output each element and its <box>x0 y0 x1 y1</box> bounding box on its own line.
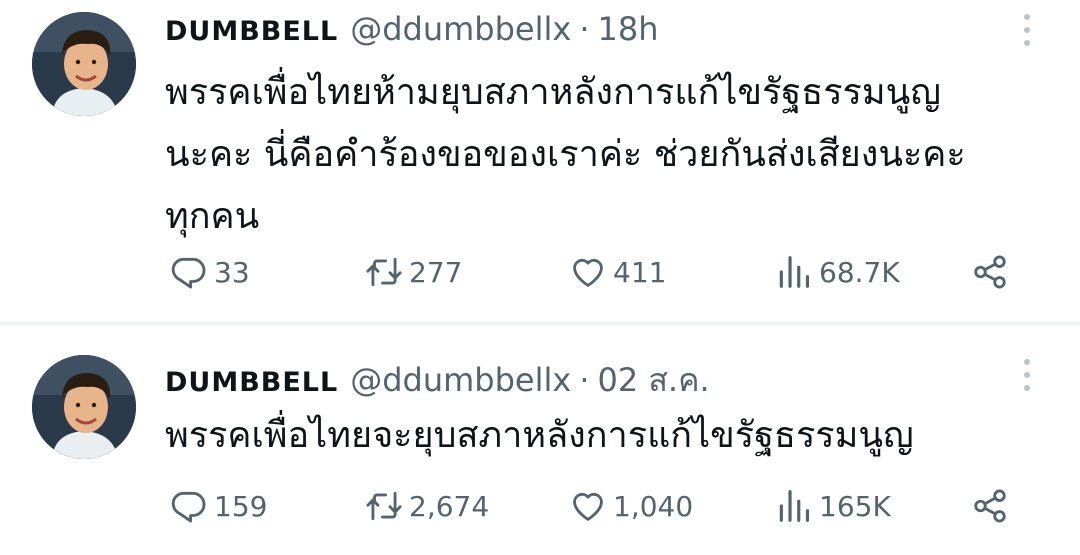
retweet-icon <box>366 257 402 287</box>
like-count: 1,040 <box>613 489 694 523</box>
tweet-header: DUMBBELL @ddumbbellx · 02 ส.ค. <box>165 355 710 399</box>
avatar[interactable] <box>32 355 136 459</box>
reply-icon <box>171 491 206 523</box>
share-button[interactable] <box>971 247 1015 297</box>
timeline-feed: DUMBBELL @ddumbbellx · 18h พรรคเพื่อไทยห… <box>0 0 1080 555</box>
share-button[interactable] <box>971 481 1015 531</box>
tweet-text: พรรคเพื่อไทยห้ามยุบสภาหลังการแก้ไขรัฐธรร… <box>165 72 966 237</box>
avatar[interactable] <box>32 12 136 116</box>
more-icon[interactable] <box>1020 10 1034 50</box>
retweet-button[interactable]: 277 <box>365 247 462 297</box>
views-count: 68.7K <box>819 255 900 289</box>
separator-dot: · <box>579 361 590 399</box>
views-icon <box>779 490 810 522</box>
tweet-actions: 33 277 411 68.7K <box>165 247 1025 297</box>
views-button[interactable]: 68.7K <box>775 247 900 297</box>
timestamp[interactable]: 02 ส.ค. <box>598 355 710 406</box>
heart-icon <box>573 492 603 521</box>
like-button[interactable]: 1,040 <box>569 481 693 531</box>
display-name[interactable]: DUMBBELL <box>165 367 338 398</box>
display-name[interactable]: DUMBBELL <box>165 16 338 47</box>
user-handle[interactable]: @ddumbbellx <box>350 361 571 399</box>
separator-dot: · <box>579 10 590 48</box>
reply-count: 159 <box>214 489 268 523</box>
tweet[interactable]: DUMBBELL @ddumbbellx · 18h พรรคเพื่อไทยห… <box>0 0 1080 323</box>
like-button[interactable]: 411 <box>569 247 666 297</box>
retweet-count: 277 <box>409 255 463 289</box>
share-icon <box>974 489 1006 523</box>
share-icon <box>974 255 1006 289</box>
retweet-icon <box>366 491 402 521</box>
reply-button[interactable]: 33 <box>170 247 250 297</box>
reply-icon <box>171 257 206 289</box>
heart-icon <box>573 258 603 287</box>
like-count: 411 <box>613 255 667 289</box>
views-count: 165K <box>819 489 891 523</box>
reply-count: 33 <box>214 255 250 289</box>
avatar-photo <box>32 355 136 459</box>
user-handle[interactable]: @ddumbbellx <box>350 10 571 48</box>
reply-button[interactable]: 159 <box>170 481 267 531</box>
tweet[interactable]: DUMBBELL @ddumbbellx · 02 ส.ค. พรรคเพื่อ… <box>0 325 1080 555</box>
avatar-photo <box>32 12 136 116</box>
retweet-button[interactable]: 2,674 <box>365 481 489 531</box>
views-button[interactable]: 165K <box>775 481 891 531</box>
timestamp[interactable]: 18h <box>598 10 659 48</box>
views-icon <box>779 256 810 288</box>
more-icon[interactable] <box>1020 355 1034 395</box>
tweet-text: พรรคเพื่อไทยจะยุบสภาหลังการแก้ไขรัฐธรรมน… <box>165 415 914 456</box>
tweet-actions: 159 2,674 1,040 165K <box>165 481 1025 531</box>
retweet-count: 2,674 <box>409 489 490 523</box>
tweet-header: DUMBBELL @ddumbbellx · 18h <box>165 10 659 50</box>
